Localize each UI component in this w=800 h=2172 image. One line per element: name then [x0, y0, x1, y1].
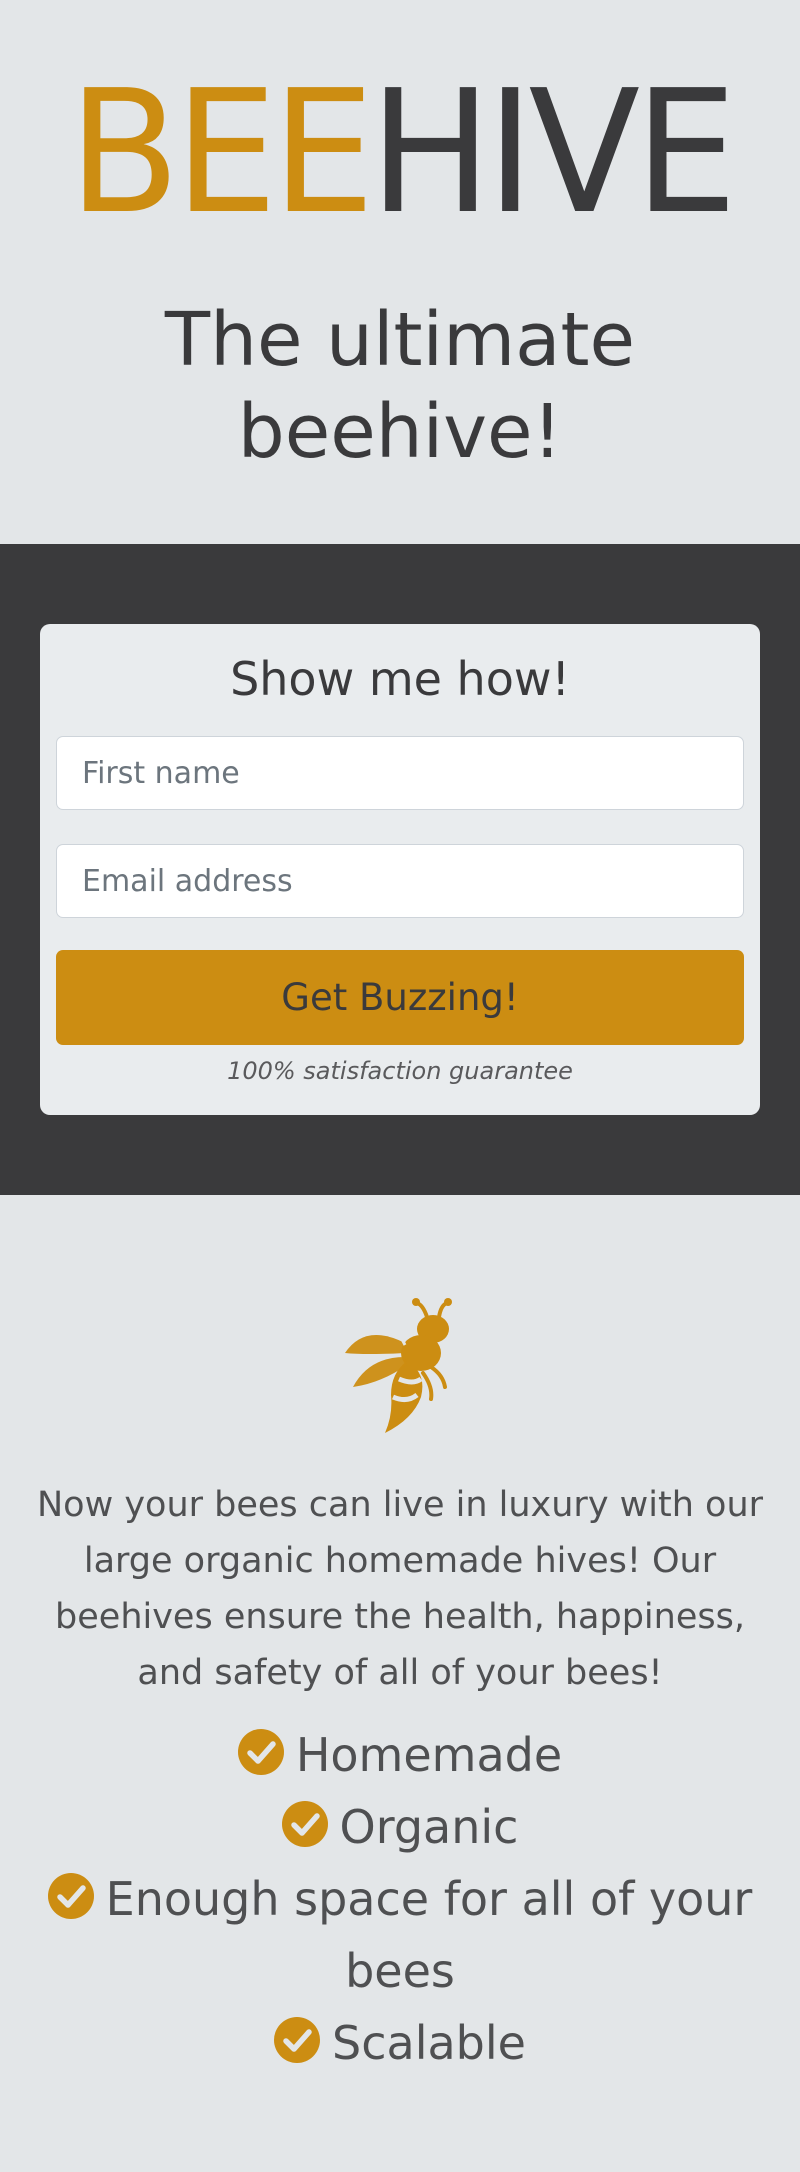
hero-section: BEEHIVE The ultimate beehive!: [0, 0, 800, 544]
guarantee-text: 100% satisfaction guarantee: [227, 1057, 573, 1085]
feature-label: Scalable: [332, 2016, 526, 2070]
feature-item: Homemade: [40, 1719, 760, 1791]
feature-label: Enough space for all of your bees: [105, 1872, 753, 1998]
check-circle-icon: [47, 1873, 94, 1919]
check-circle-icon: [281, 1801, 328, 1847]
check-circle-icon: [237, 1729, 284, 1775]
check-circle-icon: [274, 2017, 321, 2063]
signup-form: Show me how! Get Buzzing! 100% satisfact…: [40, 624, 760, 1115]
feature-list: Homemade Organic Enough space for all of…: [0, 1719, 800, 2079]
logo: BEEHIVE: [16, 68, 784, 238]
logo-bee-text: BEE: [68, 54, 375, 252]
signup-section: Show me how! Get Buzzing! 100% satisfact…: [0, 544, 800, 1195]
feature-label: Organic: [339, 1800, 519, 1854]
description-text: Now your bees can live in luxury with ou…: [36, 1485, 764, 1693]
get-buzzing-button[interactable]: Get Buzzing!: [56, 950, 744, 1045]
feature-item: Organic: [40, 1791, 760, 1863]
logo-hive-text: HIVE: [369, 54, 737, 252]
form-heading: Show me how!: [230, 652, 570, 706]
feature-item: Enough space for all of your bees: [40, 1863, 760, 2007]
features-section: Now your bees can live in luxury with ou…: [0, 1195, 800, 2079]
first-name-input[interactable]: [56, 736, 744, 810]
email-input[interactable]: [56, 844, 744, 918]
tagline: The ultimate beehive!: [164, 297, 636, 475]
feature-item: Scalable: [40, 2007, 760, 2079]
bee-icon: [345, 1298, 452, 1433]
feature-label: Homemade: [295, 1728, 563, 1782]
